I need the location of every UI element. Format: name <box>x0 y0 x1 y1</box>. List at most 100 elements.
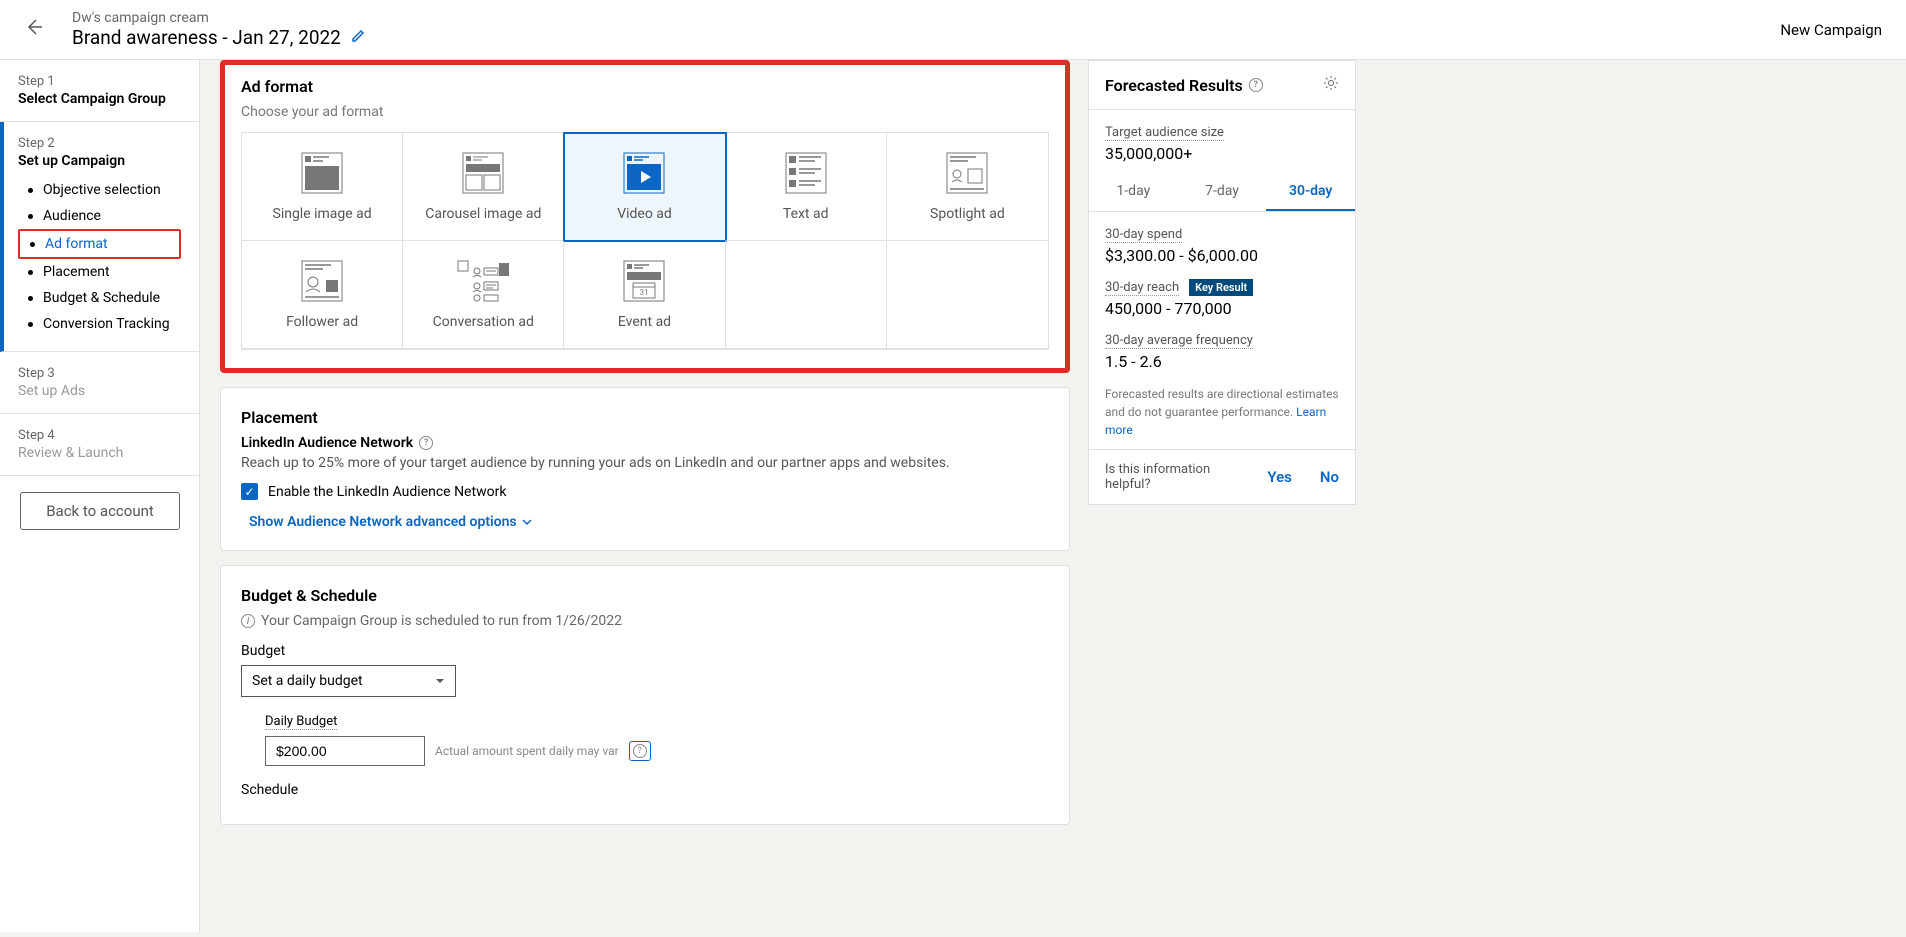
dropdown-caret-icon <box>435 676 445 686</box>
new-campaign-label: New Campaign <box>1780 21 1882 39</box>
reach-label: 30-day reach <box>1105 280 1179 296</box>
key-result-badge: Key Result <box>1189 279 1253 296</box>
daily-budget-input[interactable] <box>265 736 425 766</box>
daily-budget-label: Daily Budget <box>265 714 337 730</box>
sidebar-item-placement[interactable]: Placement <box>18 259 181 285</box>
format-empty <box>887 241 1048 349</box>
back-arrow-button[interactable] <box>24 17 44 43</box>
step-1[interactable]: Step 1 Select Campaign Group <box>0 60 199 122</box>
format-label: Event ad <box>618 314 671 330</box>
placement-description: Reach up to 25% more of your target audi… <box>241 455 1049 471</box>
sidebar-item-label: Conversion Tracking <box>43 316 170 332</box>
budget-field-label: Budget <box>241 643 1049 659</box>
budget-select[interactable]: Set a daily budget <box>241 665 456 697</box>
sidebar-item-label: Placement <box>43 264 110 280</box>
sidebar-item-conversion-tracking[interactable]: Conversion Tracking <box>18 311 181 337</box>
frequency-label: 30-day average frequency <box>1105 333 1253 349</box>
back-to-account-button[interactable]: Back to account <box>20 492 180 530</box>
format-label: Follower ad <box>286 314 358 330</box>
settings-button[interactable] <box>1323 75 1339 95</box>
format-label: Video ad <box>617 206 672 222</box>
budget-select-value: Set a daily budget <box>252 673 363 689</box>
sidebar-item-audience[interactable]: Audience <box>18 203 181 229</box>
placement-title: Placement <box>241 408 1049 427</box>
budget-schedule-card: Budget & Schedule i Your Campaign Group … <box>220 565 1070 825</box>
ad-format-grid: Single image ad Carousel image ad Video … <box>241 132 1049 350</box>
step-title: Set up Ads <box>18 383 181 399</box>
spend-value: $3,300.00 - $6,000.00 <box>1105 246 1339 265</box>
format-text[interactable]: Text ad <box>726 133 887 241</box>
schedule-label: Schedule <box>241 782 1049 798</box>
sidebar-item-label: Budget & Schedule <box>43 290 160 306</box>
helpful-no-button[interactable]: No <box>1320 468 1339 486</box>
page-header: Dw's campaign cream Brand awareness - Ja… <box>0 0 1906 60</box>
sidebar-item-objective[interactable]: Objective selection <box>18 177 181 203</box>
format-label: Text ad <box>783 206 829 222</box>
help-icon[interactable]: ? <box>1249 78 1263 92</box>
sidebar-item-budget-schedule[interactable]: Budget & Schedule <box>18 285 181 311</box>
forecast-disclaimer: Forecasted results are directional estim… <box>1105 385 1339 439</box>
sidebar-nav: Step 1 Select Campaign Group Step 2 Set … <box>0 60 200 932</box>
format-label: Carousel image ad <box>425 206 541 222</box>
step-title: Review & Launch <box>18 445 181 461</box>
audience-size-label: Target audience size <box>1105 125 1224 141</box>
campaign-group-name: Dw's campaign cream <box>72 10 1780 26</box>
format-video[interactable]: Video ad <box>564 133 725 241</box>
chevron-down-icon <box>521 516 533 528</box>
info-icon: i <box>241 614 255 628</box>
video-ad-icon <box>623 152 665 194</box>
format-label: Single image ad <box>273 206 372 222</box>
daily-budget-note: Actual amount spent daily may var <box>435 744 619 758</box>
format-label: Conversation ad <box>433 314 534 330</box>
step-num: Step 3 <box>18 366 181 381</box>
format-empty <box>726 241 887 349</box>
format-event[interactable]: 31 Event ad <box>564 241 725 349</box>
forecast-tab-1day[interactable]: 1-day <box>1089 173 1178 211</box>
step-3[interactable]: Step 3 Set up Ads <box>0 352 199 414</box>
step-4[interactable]: Step 4 Review & Launch <box>0 414 199 476</box>
help-icon[interactable]: ? <box>419 436 433 450</box>
format-spotlight[interactable]: Spotlight ad <box>887 133 1048 241</box>
budget-info-text: Your Campaign Group is scheduled to run … <box>261 613 622 629</box>
step-title: Set up Campaign <box>18 153 181 169</box>
forecast-title: Forecasted Results <box>1105 76 1243 95</box>
format-single-image[interactable]: Single image ad <box>242 133 403 241</box>
reach-value: 450,000 - 770,000 <box>1105 299 1339 318</box>
format-conversation[interactable]: Conversation ad <box>403 241 564 349</box>
event-ad-icon: 31 <box>623 260 665 302</box>
enable-network-checkbox[interactable]: ✓ <box>241 483 258 500</box>
frequency-value: 1.5 - 2.6 <box>1105 352 1339 371</box>
forecast-results-card: Forecasted Results ? Target audience siz… <box>1088 60 1356 505</box>
follower-ad-icon <box>301 260 343 302</box>
sidebar-item-label: Audience <box>43 208 101 224</box>
spend-label: 30-day spend <box>1105 227 1182 243</box>
edit-name-button[interactable] <box>351 28 366 47</box>
campaign-name: Brand awareness - Jan 27, 2022 <box>72 26 341 49</box>
format-carousel-image[interactable]: Carousel image ad <box>403 133 564 241</box>
pencil-icon <box>351 28 366 43</box>
step-title: Select Campaign Group <box>18 91 181 107</box>
ad-format-title: Ad format <box>241 77 1049 96</box>
forecast-tab-30day[interactable]: 30-day <box>1266 173 1355 211</box>
forecast-tab-7day[interactable]: 7-day <box>1178 173 1267 211</box>
show-advanced-options-link[interactable]: Show Audience Network advanced options <box>241 514 533 530</box>
ad-format-card: Ad format Choose your ad format Single i… <box>220 60 1070 373</box>
text-ad-icon <box>785 152 827 194</box>
single-image-ad-icon <box>301 152 343 194</box>
helpful-yes-button[interactable]: Yes <box>1267 468 1292 486</box>
format-follower[interactable]: Follower ad <box>242 241 403 349</box>
daily-budget-help-button[interactable]: ? <box>629 741 651 761</box>
step-num: Step 2 <box>18 136 181 151</box>
arrow-left-icon <box>24 17 44 37</box>
carousel-image-ad-icon <box>462 152 504 194</box>
budget-title: Budget & Schedule <box>241 586 1049 605</box>
network-label: LinkedIn Audience Network <box>241 435 413 451</box>
spotlight-ad-icon <box>946 152 988 194</box>
format-label: Spotlight ad <box>930 206 1005 222</box>
sidebar-item-ad-format[interactable]: Ad format <box>18 229 181 259</box>
checkbox-label: Enable the LinkedIn Audience Network <box>268 484 506 500</box>
step-2: Step 2 Set up Campaign Objective selecti… <box>0 122 199 352</box>
helpful-prompt: Is this information helpful? <box>1105 462 1215 492</box>
gear-icon <box>1323 75 1339 91</box>
ad-format-subtitle: Choose your ad format <box>241 104 1049 120</box>
